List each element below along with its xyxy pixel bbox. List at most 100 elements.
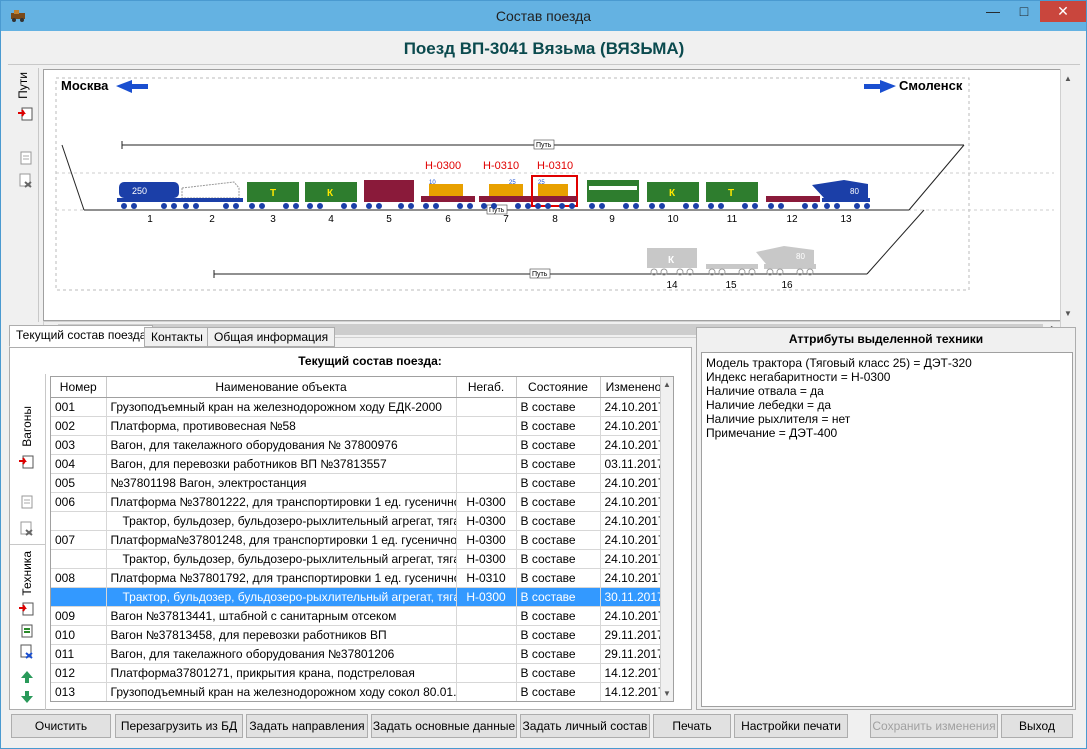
- close-icon[interactable]: ✕: [1040, 1, 1086, 22]
- side-car-16[interactable]: 80: [756, 246, 816, 276]
- table-row[interactable]: 008 Платформа №37801792, для транспортиро…: [51, 568, 668, 588]
- cell-changed: 24.10.2017: [600, 397, 668, 417]
- cell-changed: 24.10.2017: [600, 492, 668, 512]
- tab-current-consist[interactable]: Текущий состав поезда: [9, 325, 154, 347]
- tech-toolbar: Техника: [10, 544, 46, 710]
- table-row[interactable]: 012 Платформа37801271, прикрытия крана, п…: [51, 663, 668, 683]
- table-row[interactable]: 001 Грузоподъемный кран на железнодорожно…: [51, 397, 668, 417]
- delete-tech-icon[interactable]: [18, 643, 36, 659]
- grid-vscroll[interactable]: ▲ ▼: [660, 377, 673, 701]
- move-down-icon[interactable]: [18, 689, 36, 705]
- table-row[interactable]: 010 Вагон №37813458, для перевозки работн…: [51, 625, 668, 645]
- car-1-crane[interactable]: 250: [117, 182, 181, 202]
- cell-number: [51, 549, 107, 569]
- side-car-number: 15: [725, 280, 737, 291]
- oversize-badge-6: Н-0300: [425, 160, 461, 172]
- table-row[interactable]: 004 Вагон, для перевозки работников ВП №3…: [51, 454, 668, 474]
- save-changes-button[interactable]: Сохранить изменения: [870, 714, 998, 738]
- add-tech-icon[interactable]: [18, 601, 36, 617]
- set-direction-button[interactable]: Задать направления: [246, 714, 368, 738]
- reload-button[interactable]: Перезагрузить из БД: [115, 714, 243, 738]
- car-7-platform[interactable]: 25: [479, 180, 533, 202]
- title-bar[interactable]: Состав поезда — □ ✕: [1, 1, 1086, 31]
- cell-state: В составе: [516, 492, 601, 512]
- consist-grid[interactable]: Номер Наименование объекта Негаб. Состоя…: [50, 376, 674, 702]
- print-button[interactable]: Печать: [653, 714, 731, 738]
- set-personnel-button[interactable]: Задать личный состав: [520, 714, 650, 738]
- cell-oversize: [456, 625, 517, 645]
- table-row[interactable]: 005 №37801198 Вагон, электростанция В сост…: [51, 473, 668, 493]
- scroll-up-icon[interactable]: ▲: [1064, 74, 1072, 83]
- clear-button[interactable]: Очистить: [11, 714, 111, 738]
- table-row[interactable]: 002 Платформа, противовесная №58 В составе…: [51, 416, 668, 436]
- col-changed[interactable]: Изменено: [600, 377, 668, 398]
- track-label-top: Путь: [536, 142, 552, 149]
- track-label-main: Путь: [489, 207, 505, 214]
- minimize-icon[interactable]: —: [978, 1, 1008, 23]
- maximize-icon[interactable]: □: [1009, 1, 1039, 23]
- tab-general-info[interactable]: Общая информация: [207, 327, 336, 347]
- car-5-powerstation[interactable]: [364, 180, 414, 202]
- cell-changed: 24.10.2017: [600, 568, 668, 588]
- car-11-wagon[interactable]: Т: [706, 182, 758, 202]
- table-row[interactable]: Трактор, бульдозер, бульдозеро-рыхлитель…: [51, 587, 668, 607]
- add-track-icon[interactable]: [17, 106, 35, 122]
- col-state[interactable]: Состояние: [516, 377, 601, 398]
- car-12-platform[interactable]: [766, 196, 820, 202]
- side-car-15[interactable]: [706, 264, 758, 276]
- svg-text:К: К: [669, 188, 676, 199]
- table-row[interactable]: 006 Платформа №37801222, для транспортиро…: [51, 492, 668, 512]
- car-8-platform[interactable]: 25: [531, 175, 578, 207]
- scheme-vscroll[interactable]: ▲ ▼: [1060, 69, 1076, 321]
- attributes-panel: Аттрибуты выделенной техники Модель трак…: [696, 327, 1076, 710]
- tab-contacts[interactable]: Контакты: [144, 327, 210, 347]
- edit-tech-icon[interactable]: [18, 623, 36, 639]
- car-3-wagon[interactable]: Т: [247, 182, 299, 202]
- col-oversize[interactable]: Негаб.: [456, 377, 517, 398]
- table-row[interactable]: 007 Платформа№37801248, для транспортиров…: [51, 530, 668, 550]
- edit-track-icon[interactable]: [17, 150, 35, 166]
- print-settings-button[interactable]: Настройки печати: [734, 714, 848, 738]
- exit-button[interactable]: Выход: [1001, 714, 1073, 738]
- attributes-box[interactable]: Модель трактора (Тяговый класс 25) = ДЭТ…: [701, 352, 1073, 707]
- table-row[interactable]: 003 Вагон, для такелажного оборудования №…: [51, 435, 668, 455]
- scroll-up-icon[interactable]: ▲: [663, 380, 671, 389]
- scroll-down-icon[interactable]: ▼: [663, 689, 671, 698]
- direction-left-label: Москва: [61, 78, 109, 93]
- cell-number: [51, 587, 107, 607]
- table-row[interactable]: 009 Вагон №37813441, штабной с санитарным…: [51, 606, 668, 626]
- cell-oversize: [456, 397, 517, 417]
- car-4-wagon[interactable]: К: [305, 182, 357, 202]
- col-number[interactable]: Номер: [51, 377, 107, 398]
- arrow-right-icon: [864, 80, 896, 93]
- cell-oversize: [456, 682, 517, 701]
- table-row[interactable]: 013 Грузоподъемный кран на железнодорожно…: [51, 682, 668, 701]
- set-basic-data-button[interactable]: Задать основные данные: [371, 714, 517, 738]
- button-row: Очистить Перезагрузить из БД Задать напр…: [8, 714, 1080, 738]
- cell-name: Вагон №37813441, штабной с санитарным от…: [106, 606, 457, 626]
- table-row[interactable]: Трактор, бульдозер, бульдозеро-рыхлитель…: [51, 511, 668, 531]
- add-wagon-icon[interactable]: [18, 454, 36, 470]
- cell-oversize: [456, 644, 517, 664]
- side-car-14[interactable]: К: [647, 248, 697, 276]
- client-area: Поезд ВП-3041 Вязьма (ВЯЗЬМА) Пути Москв…: [8, 31, 1080, 743]
- table-row[interactable]: Трактор, бульдозер, бульдозеро-рыхлитель…: [51, 549, 668, 569]
- delete-wagon-icon[interactable]: [18, 520, 36, 536]
- cell-name: №37801198 Вагон, электростанция: [106, 473, 457, 493]
- delete-track-icon[interactable]: [17, 172, 35, 188]
- car-6-platform[interactable]: 10: [421, 180, 475, 202]
- car-number: 12: [786, 214, 798, 225]
- car-9-staff-wagon[interactable]: [587, 180, 639, 202]
- edit-wagon-icon[interactable]: [18, 494, 36, 510]
- col-name[interactable]: Наименование объекта: [106, 377, 457, 398]
- car-13-crane[interactable]: 80: [812, 180, 870, 202]
- scroll-down-icon[interactable]: ▼: [1064, 309, 1072, 318]
- window-title: Состав поезда: [495, 8, 592, 24]
- svg-text:Т: Т: [270, 188, 276, 199]
- car-10-wagon[interactable]: К: [647, 182, 699, 202]
- move-up-icon[interactable]: [18, 669, 36, 685]
- train-scheme[interactable]: Москва Смоленск Путь Путь Путь Н-0300 Н-…: [43, 69, 1074, 321]
- car-2-counterweight[interactable]: [179, 181, 243, 202]
- table-row[interactable]: 011 Вагон, для такелажного оборудования №…: [51, 644, 668, 664]
- cell-name: Вагон №37813458, для перевозки работнико…: [106, 625, 457, 645]
